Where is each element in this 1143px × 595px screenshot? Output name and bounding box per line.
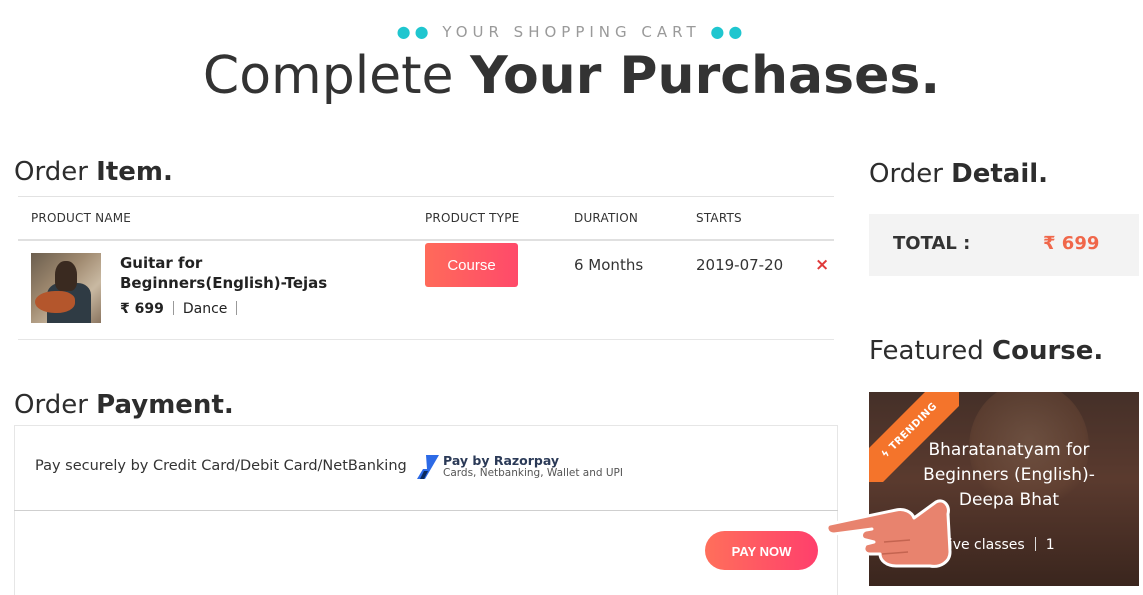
remove-item-icon[interactable]: × xyxy=(815,255,829,275)
meta-divider xyxy=(236,301,238,315)
order-payment-title: Order Payment. xyxy=(14,390,234,420)
course-category: Dance xyxy=(182,301,228,317)
table-bottom-divider xyxy=(18,339,834,340)
table-header-divider xyxy=(18,239,834,241)
course-price: ₹ 699 xyxy=(120,301,164,317)
razorpay-subtitle: Cards, Netbanking, Wallet and UPI xyxy=(443,467,623,479)
course-name-link[interactable]: Guitar for Beginners(English)-Tejas xyxy=(120,253,340,293)
page-title: Complete Your Purchases. xyxy=(202,46,941,106)
dots-right-icon: ●● xyxy=(710,22,747,41)
course-thumbnail[interactable] xyxy=(31,253,101,323)
total-value: ₹ 699 xyxy=(1043,233,1100,254)
eyebrow-text: YOUR SHOPPING CART xyxy=(442,23,701,41)
col-header-product-name: PRODUCT NAME xyxy=(31,211,132,225)
order-item-title: Order Item. xyxy=(14,157,173,187)
start-date-value: 2019-07-20 xyxy=(696,256,784,274)
course-meta: ₹ 699 Dance xyxy=(120,301,246,317)
pay-now-button[interactable]: PAY NOW xyxy=(705,531,818,570)
featured-course-title: Featured Course. xyxy=(869,336,1104,366)
razorpay-title: Pay by Razorpay xyxy=(443,453,560,468)
dots-left-icon: ●● xyxy=(396,22,433,41)
col-header-product-type: PRODUCT TYPE xyxy=(425,211,520,225)
duration-value: 6 Months xyxy=(574,256,644,274)
product-type-button[interactable]: Course xyxy=(425,243,518,287)
cart-eyebrow: ●● YOUR SHOPPING CART ●● xyxy=(0,22,1143,41)
order-detail-title: Order Detail. xyxy=(869,159,1049,189)
razorpay-logo-icon xyxy=(417,455,439,479)
table-top-divider xyxy=(18,196,834,197)
payment-method-text: Pay securely by Credit Card/Debit Card/N… xyxy=(35,458,407,474)
total-label: TOTAL : xyxy=(893,233,971,254)
pointing-hand-icon xyxy=(826,499,952,568)
payment-divider xyxy=(14,510,838,511)
live-classes-count: 1 xyxy=(1045,537,1055,553)
featured-course-meta: Live classes 1 xyxy=(941,537,1055,553)
col-header-duration: DURATION xyxy=(574,211,639,225)
meta-divider xyxy=(172,301,174,315)
col-header-starts: STARTS xyxy=(696,211,742,225)
meta-divider xyxy=(1034,537,1036,551)
